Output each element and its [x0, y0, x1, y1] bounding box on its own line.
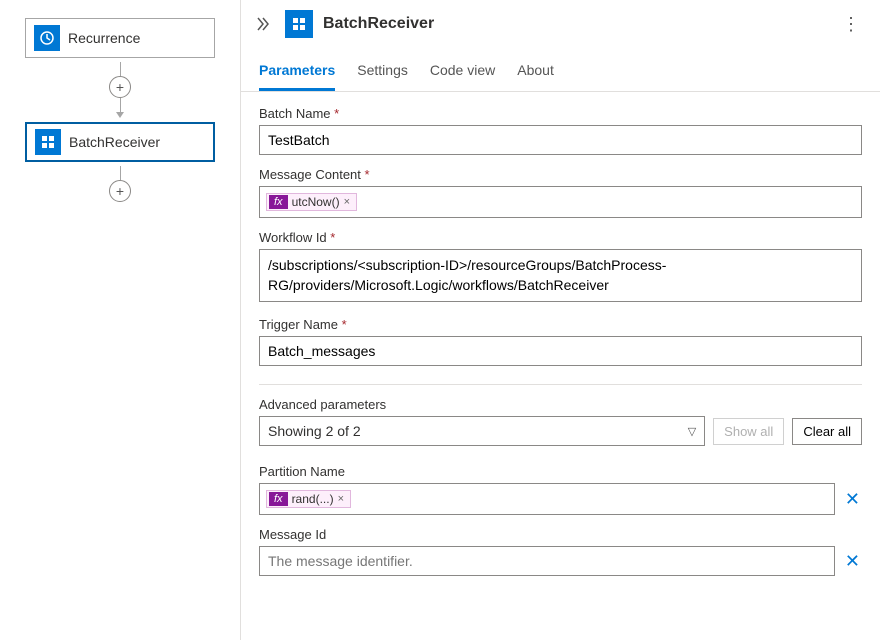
batch-icon	[285, 10, 313, 38]
divider	[259, 384, 862, 385]
label: Message Id	[259, 527, 862, 542]
panel-title: BatchReceiver	[323, 15, 828, 33]
label: Trigger Name	[259, 317, 338, 332]
remove-field-button[interactable]: ✕	[843, 551, 862, 572]
field-trigger-name: Trigger Name *	[259, 317, 862, 366]
field-partition-name: Partition Name fx rand(...) × ✕	[259, 464, 862, 515]
label: Message Content	[259, 167, 361, 182]
remove-field-button[interactable]: ✕	[843, 489, 862, 510]
tab-parameters[interactable]: Parameters	[259, 62, 335, 91]
field-message-id: Message Id ✕	[259, 527, 862, 576]
advanced-params-select[interactable]: Showing 2 of 2 ▽	[259, 416, 705, 446]
fx-icon: fx	[269, 195, 288, 209]
label: Partition Name	[259, 464, 862, 479]
tab-settings[interactable]: Settings	[357, 62, 408, 91]
trigger-name-input[interactable]	[259, 336, 862, 366]
select-value: Showing 2 of 2	[268, 423, 361, 439]
collapse-panel-button[interactable]	[251, 13, 275, 35]
field-message-content: Message Content * fx utcNow() ×	[259, 167, 862, 218]
clear-all-button[interactable]: Clear all	[792, 418, 862, 445]
advanced-heading: Advanced parameters	[259, 397, 862, 412]
tab-codeview[interactable]: Code view	[430, 62, 495, 91]
label: Batch Name	[259, 106, 331, 121]
details-panel: BatchReceiver ⋮ Parameters Settings Code…	[240, 0, 880, 640]
expression-token[interactable]: fx rand(...) ×	[266, 490, 351, 508]
add-step-button[interactable]: +	[109, 180, 131, 202]
node-label: BatchReceiver	[69, 134, 160, 150]
batch-icon	[35, 129, 61, 155]
node-recurrence[interactable]: Recurrence	[25, 18, 215, 58]
show-all-button[interactable]: Show all	[713, 418, 784, 445]
panel-header: BatchReceiver ⋮	[241, 0, 880, 42]
parameters-form: Batch Name * Message Content * fx utcNow…	[241, 92, 880, 640]
partition-name-input[interactable]: fx rand(...) ×	[259, 483, 835, 515]
connector: +	[109, 58, 131, 122]
field-batch-name: Batch Name *	[259, 106, 862, 155]
field-workflow-id: Workflow Id *	[259, 230, 862, 305]
workflow-canvas: Recurrence + BatchReceiver +	[0, 0, 240, 640]
remove-token-icon[interactable]: ×	[338, 493, 344, 505]
batch-name-input[interactable]	[259, 125, 862, 155]
workflow-id-input[interactable]	[259, 249, 862, 302]
fx-icon: fx	[269, 492, 288, 506]
expression-token[interactable]: fx utcNow() ×	[266, 193, 357, 211]
label: Workflow Id	[259, 230, 327, 245]
tab-about[interactable]: About	[517, 62, 554, 91]
add-step-button[interactable]: +	[109, 76, 131, 98]
more-options-button[interactable]: ⋮	[838, 14, 864, 35]
remove-token-icon[interactable]: ×	[344, 196, 350, 208]
recurrence-icon	[34, 25, 60, 51]
node-label: Recurrence	[68, 30, 140, 46]
token-text: rand(...)	[292, 492, 334, 506]
node-batchreceiver[interactable]: BatchReceiver	[25, 122, 215, 162]
chevron-down-icon: ▽	[688, 425, 696, 438]
tab-bar: Parameters Settings Code view About	[241, 42, 880, 92]
message-content-input[interactable]: fx utcNow() ×	[259, 186, 862, 218]
connector: +	[109, 162, 131, 206]
advanced-parameters-section: Advanced parameters Showing 2 of 2 ▽ Sho…	[259, 397, 862, 446]
token-text: utcNow()	[292, 195, 340, 209]
message-id-input[interactable]	[259, 546, 835, 576]
